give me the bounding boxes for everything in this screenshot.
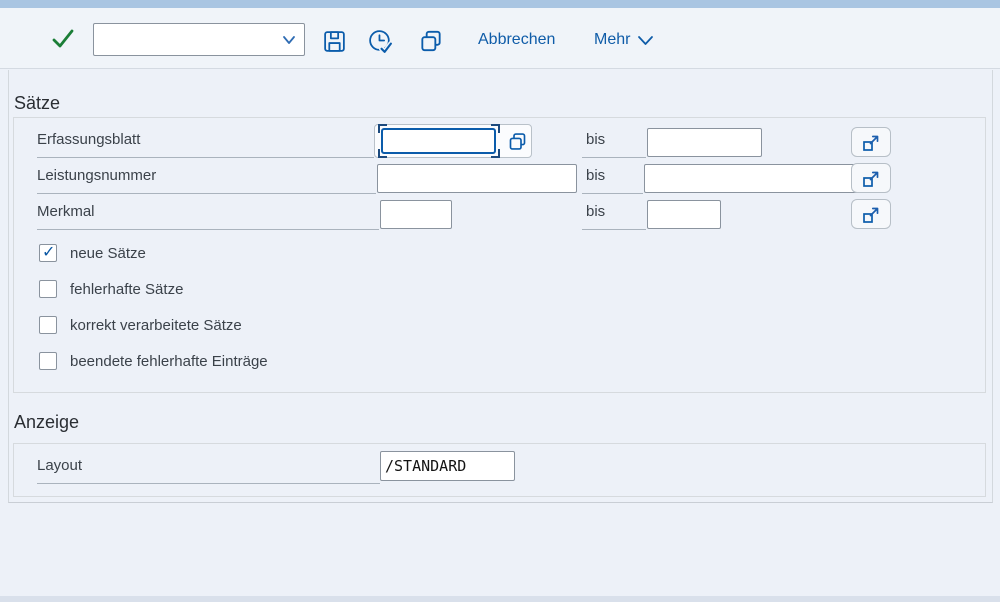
focus-frame xyxy=(378,126,500,156)
checkbox-label: neue Sätze xyxy=(70,245,146,262)
erfassungsblatt-from-input[interactable] xyxy=(381,128,496,154)
sap-window: Abbrechen Mehr Sätze Erfassungsblatt xyxy=(0,0,1000,602)
group-saetze: Erfassungsblatt xyxy=(13,117,986,393)
command-combobox[interactable] xyxy=(93,23,305,56)
multi-select-arrow-icon xyxy=(860,203,882,225)
checkbox-beendete-fehlerhafte-eintraege[interactable] xyxy=(39,352,57,370)
schedule-button[interactable] xyxy=(364,25,396,57)
bis-label: bis xyxy=(582,158,643,194)
field-label-layout: Layout xyxy=(37,448,380,484)
checkbox-label: beendete fehlerhafte Einträge xyxy=(70,353,268,370)
section-title-saetze: Sätze xyxy=(14,91,60,115)
chevron-down-icon xyxy=(637,33,654,47)
bis-label: bis xyxy=(582,194,646,230)
command-combobox-input[interactable] xyxy=(98,26,278,53)
chevron-down-icon[interactable] xyxy=(281,32,297,48)
abbrechen-label: Abbrechen xyxy=(478,31,555,49)
layout-input[interactable] xyxy=(380,451,515,481)
checkbox-row-neue-saetze: neue Sätze xyxy=(39,243,146,263)
field-label-leistungsnummer: Leistungsnummer xyxy=(37,158,376,194)
checkbox-label: korrekt verarbeitete Sätze xyxy=(70,317,242,334)
checkbox-neue-saetze[interactable] xyxy=(39,244,57,262)
copy-icon xyxy=(418,28,444,54)
save-icon xyxy=(322,29,347,54)
checkbox-label: fehlerhafte Sätze xyxy=(70,281,183,298)
mehr-label: Mehr xyxy=(594,31,630,49)
checkbox-row-fehlerhafte-saetze: fehlerhafte Sätze xyxy=(39,279,183,299)
checkbox-fehlerhafte-saetze[interactable] xyxy=(39,280,57,298)
group-anzeige: Layout xyxy=(13,443,986,497)
bis-label: bis xyxy=(582,122,646,158)
field-label-erfassungsblatt: Erfassungsblatt xyxy=(37,122,374,158)
merkmal-to-input[interactable] xyxy=(647,200,721,229)
section-title-anzeige: Anzeige xyxy=(14,410,79,434)
value-help-button[interactable] xyxy=(504,128,530,154)
leistungsnummer-from-input[interactable] xyxy=(377,164,577,193)
field-label-merkmal: Merkmal xyxy=(37,194,379,230)
value-help-copy-icon xyxy=(507,131,528,152)
confirm-check-icon[interactable] xyxy=(50,26,76,52)
multiple-selection-button-merkmal[interactable] xyxy=(851,199,891,229)
merkmal-from-input[interactable] xyxy=(380,200,452,229)
erfassungsblatt-from-fieldgroup xyxy=(374,124,532,158)
mehr-button[interactable]: Mehr xyxy=(586,25,662,55)
toolbar: Abbrechen Mehr xyxy=(0,8,1000,69)
window-top-strip xyxy=(0,0,1000,8)
checkbox-row-korrekt-verarbeitete-saetze: korrekt verarbeitete Sätze xyxy=(39,315,242,335)
save-button[interactable] xyxy=(318,25,350,57)
window-bottom-strip xyxy=(0,596,1000,602)
checkbox-row-beendete-fehlerhafte-eintraege: beendete fehlerhafte Einträge xyxy=(39,351,268,371)
clock-check-icon xyxy=(367,28,394,55)
multiple-selection-button-erfassungsblatt[interactable] xyxy=(851,127,891,157)
multiple-selection-button-leistungsnummer[interactable] xyxy=(851,163,891,193)
leistungsnummer-to-input[interactable] xyxy=(644,164,860,193)
checkbox-korrekt-verarbeitete-saetze[interactable] xyxy=(39,316,57,334)
selection-screen-panel: Sätze Erfassungsblatt xyxy=(8,70,993,503)
abbrechen-button[interactable]: Abbrechen xyxy=(470,25,563,55)
multi-select-arrow-icon xyxy=(860,167,882,189)
copy-button[interactable] xyxy=(415,25,447,57)
erfassungsblatt-to-input[interactable] xyxy=(647,128,762,157)
multi-select-arrow-icon xyxy=(860,131,882,153)
